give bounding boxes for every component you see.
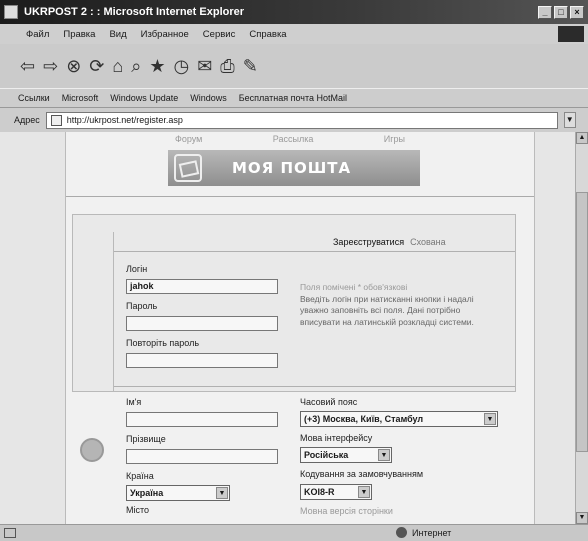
print-icon[interactable]: ⎙ — [220, 56, 234, 77]
nav-forum[interactable]: Форум — [175, 134, 202, 144]
login-input[interactable]: jahok — [126, 279, 278, 294]
mail-banner: МОЯ ПОШТА — [168, 150, 420, 186]
menu-view[interactable]: Вид — [109, 29, 126, 40]
hint-heading: Поля помічені * обов'язкові — [300, 282, 408, 292]
tab-hidden[interactable]: Схована — [410, 237, 446, 247]
nav-games[interactable]: Игры — [384, 134, 405, 144]
menu-file[interactable]: Файл — [26, 29, 49, 40]
menu-bar: Файл Правка Вид Избранное Сервис Справка — [0, 24, 588, 44]
page-version-label: Мовна версія сторінки — [300, 506, 393, 516]
title-bar: UKRPOST 2 : : Microsoft Internet Explore… — [0, 0, 588, 24]
encoding-label: Кодування за замовчуванням — [300, 469, 424, 479]
tabs-underline — [114, 251, 515, 252]
address-url: http://ukrpost.net/register.asp — [66, 115, 183, 125]
link-microsoft[interactable]: Microsoft — [62, 93, 99, 103]
top-nav: Форум Рассылка Игры — [175, 134, 405, 144]
form-tabs: Зареєструватися Схована — [333, 237, 446, 247]
zone-label: Интернет — [412, 527, 452, 538]
scroll-up-icon[interactable]: ▲ — [576, 132, 588, 144]
surname-input[interactable] — [126, 449, 278, 464]
page-status-icon — [4, 528, 16, 538]
language-value: Російська — [304, 450, 349, 460]
password-repeat-label: Повторіть пароль — [126, 338, 200, 348]
name-input[interactable] — [126, 412, 278, 427]
timezone-value: (+3) Москва, Київ, Стамбул — [304, 414, 424, 424]
forward-icon[interactable]: ⇨ — [43, 56, 58, 77]
encoding-select[interactable]: KOI8-R ▼ — [300, 484, 372, 500]
envelope-icon — [174, 154, 202, 182]
divider — [66, 196, 534, 197]
form-hint: Поля помічені * обов'язкові Введіть логі… — [300, 282, 500, 328]
address-label: Адрес — [14, 115, 40, 125]
windows-logo-icon — [558, 26, 584, 42]
window-controls: _ □ × — [538, 5, 584, 19]
encoding-value: KOI8-R — [304, 487, 335, 497]
page-icon — [50, 114, 62, 126]
password-input[interactable] — [126, 316, 278, 331]
history-icon[interactable]: ◷ — [173, 56, 189, 77]
menu-help[interactable]: Справка — [249, 29, 286, 40]
search-icon[interactable]: ⌕ — [131, 56, 141, 77]
mail-icon[interactable]: ✉ — [197, 56, 212, 77]
password-label: Пароль — [126, 301, 158, 311]
address-bar: Адрес http://ukrpost.net/register.asp ▼ — [0, 108, 588, 132]
close-button[interactable]: × — [570, 5, 584, 19]
maximize-button[interactable]: □ — [554, 5, 568, 19]
favorites-icon[interactable]: ★ — [149, 56, 165, 77]
vertical-scrollbar[interactable]: ▲ ▼ — [575, 132, 588, 524]
scroll-down-icon[interactable]: ▼ — [576, 512, 588, 524]
refresh-icon[interactable]: ⟳ — [89, 56, 104, 77]
link-windows-update[interactable]: Windows Update — [110, 93, 178, 103]
address-input[interactable]: http://ukrpost.net/register.asp — [45, 111, 558, 129]
banner-title: МОЯ ПОШТА — [232, 159, 352, 177]
login-label: Логін — [126, 264, 148, 274]
globe-icon — [396, 527, 407, 538]
links-bar: Ссылки Microsoft Windows Update Windows … — [0, 88, 588, 108]
chevron-down-icon[interactable]: ▼ — [216, 487, 228, 499]
name-label: Ім'я — [126, 397, 142, 407]
language-select[interactable]: Російська ▼ — [300, 447, 392, 463]
menu-tools[interactable]: Сервис — [203, 29, 236, 40]
section-divider — [114, 386, 515, 387]
hint-text: Введіть логін при натисканні кнопки і на… — [300, 293, 474, 327]
chevron-down-icon[interactable]: ▼ — [484, 413, 496, 425]
scroll-thumb[interactable] — [576, 192, 588, 452]
edit-icon[interactable]: ✎ — [243, 56, 258, 77]
address-dropdown-button[interactable]: ▼ — [563, 112, 576, 128]
country-select[interactable]: Україна ▼ — [126, 485, 230, 501]
timezone-select[interactable]: (+3) Москва, Київ, Стамбул ▼ — [300, 411, 498, 427]
link-hotmail[interactable]: Бесплатная почта HotMail — [239, 93, 347, 103]
nav-mailing[interactable]: Рассылка — [273, 134, 314, 144]
country-label: Країна — [126, 471, 154, 481]
security-zone: Интернет — [396, 527, 451, 538]
country-value: Україна — [130, 488, 164, 498]
city-label: Місто — [126, 505, 150, 515]
minimize-button[interactable]: _ — [538, 5, 552, 19]
links-label: Ссылки — [18, 93, 50, 103]
status-bar: Интернет — [0, 524, 588, 541]
standard-toolbar: ⇦ ⇨ ⊗ ⟳ ⌂ ⌕ ★ ◷ ✉ ⎙ ✎ — [0, 44, 588, 88]
language-label: Мова інтерфейсу — [300, 433, 373, 443]
back-icon[interactable]: ⇦ — [20, 56, 35, 77]
menu-favorites[interactable]: Избранное — [141, 29, 189, 40]
menu-edit[interactable]: Правка — [63, 29, 95, 40]
user-face-icon — [80, 438, 104, 462]
timezone-label: Часовий пояс — [300, 397, 358, 407]
chevron-down-icon[interactable]: ▼ — [378, 449, 390, 461]
tab-register[interactable]: Зареєструватися — [333, 237, 404, 247]
home-icon[interactable]: ⌂ — [112, 56, 123, 77]
stop-icon[interactable]: ⊗ — [66, 56, 81, 77]
chevron-down-icon[interactable]: ▼ — [358, 486, 370, 498]
ie-app-icon[interactable] — [4, 5, 18, 19]
surname-label: Прізвище — [126, 434, 166, 444]
window-title: UKRPOST 2 : : Microsoft Internet Explore… — [24, 6, 245, 18]
link-windows[interactable]: Windows — [190, 93, 227, 103]
password-repeat-input[interactable] — [126, 353, 278, 368]
